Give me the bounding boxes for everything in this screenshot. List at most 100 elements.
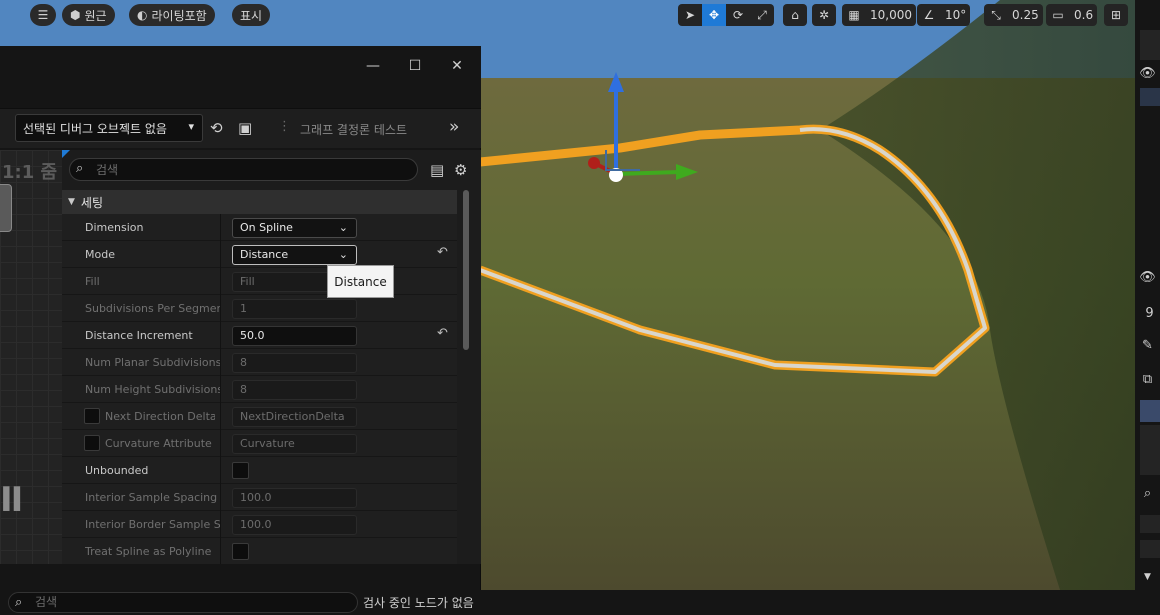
eye-icon[interactable]: 👁 — [1135, 270, 1160, 285]
coordinate-space-button[interactable]: ⌂ — [783, 4, 807, 26]
gear-icon[interactable]: ⚙ — [454, 161, 467, 179]
property-label: Num Planar Subdivisions — [85, 356, 220, 369]
browse-to-icon[interactable]: ⟲ — [210, 119, 223, 137]
angle-icon: ∠ — [923, 8, 935, 22]
focus-accent — [62, 150, 70, 158]
minimize-button[interactable]: — — [358, 56, 388, 76]
input-value: 8 — [240, 383, 247, 396]
table-view-icon[interactable]: ▤ — [430, 161, 444, 179]
layout-icon: ⊞ — [1110, 8, 1122, 22]
chevron-down-icon: ▾ — [188, 120, 194, 133]
settings-category-header[interactable]: ▼ 세팅 — [62, 190, 457, 214]
graph-node[interactable] — [0, 184, 12, 232]
angle-snap-group[interactable]: ∠ 10° — [917, 4, 971, 26]
next-direction-delta-input[interactable]: NextDirectionDelta — [232, 407, 357, 427]
scale-icon: ⤢ — [757, 7, 767, 22]
cube-icon: ⬢ — [70, 8, 81, 22]
outliner-edge: 👁 👁 9 ✎ ⧉ ⌕ ▼ — [1135, 0, 1160, 615]
dimension-dropdown[interactable]: On Spline ⌄ — [232, 218, 357, 238]
curvature-attribute-input[interactable]: Curvature — [232, 434, 357, 454]
show-button[interactable]: 표시 — [232, 4, 271, 26]
override-checkbox[interactable] — [84, 435, 100, 451]
bottom-bar: ⌕ 검색 검사 중인 노드가 없음 — [0, 590, 1135, 615]
mode-dropdown[interactable]: Distance ⌄ — [232, 245, 357, 265]
maximize-button[interactable]: ☐ — [400, 56, 430, 76]
graph-canvas[interactable]: 1:1 줌 ΙΙ — [0, 150, 62, 564]
property-label: Interior Border Sample S... — [85, 518, 220, 531]
debug-object-dropdown[interactable]: 선택된 디버그 오브젝트 없음 ▾ — [15, 114, 203, 142]
property-label: Dimension — [85, 221, 144, 234]
interior-border-sample-spacing-input[interactable]: 100.0 — [232, 515, 357, 535]
graph-test-label[interactable]: 그래프 결정론 테스트 — [300, 121, 407, 138]
override-checkbox[interactable] — [84, 408, 100, 424]
pencil-icon[interactable]: ✎ — [1135, 338, 1160, 353]
treat-spline-as-polyline-checkbox[interactable] — [232, 543, 249, 560]
camera-speed-value: 0.6 — [1074, 8, 1094, 22]
property-label: Subdivisions Per Segment — [85, 302, 220, 315]
property-row-num-height-subdivisions: Num Height Subdivisions 8 — [62, 376, 457, 403]
find-object-icon[interactable]: ▣ — [238, 119, 252, 137]
minimize-icon: — — [366, 58, 380, 74]
scale-snap-group[interactable]: ⤡ 0.25 — [984, 4, 1043, 26]
unbounded-checkbox[interactable] — [232, 462, 249, 479]
lighting-label: 라이팅포함 — [151, 8, 207, 23]
input-value: NextDirectionDelta — [240, 410, 345, 423]
hamburger-icon: ☰ — [37, 8, 49, 22]
property-row-subdivisions-per-segment: Subdivisions Per Segment 1 — [62, 295, 457, 322]
reset-to-default-icon[interactable]: ↶ — [437, 326, 448, 341]
viewport-layout-button[interactable]: ⊞ — [1104, 4, 1128, 26]
property-row-curvature-attribute: Curvature Attribute Curvature — [62, 430, 457, 457]
world-icon: ⌂ — [791, 8, 799, 22]
property-row-mode: Mode Distance ⌄ ↶ — [62, 241, 457, 268]
perspective-button[interactable]: ⬢ 원근 — [62, 4, 115, 26]
bottom-search-input[interactable]: ⌕ 검색 — [8, 592, 358, 613]
scale-mode-button[interactable]: ⤢ — [750, 4, 774, 26]
rotate-mode-button[interactable]: ⟳ — [726, 4, 750, 26]
num-height-subdivisions-input[interactable]: 8 — [232, 380, 357, 400]
grid-snap-group[interactable]: ▦ 10,000 — [842, 4, 916, 26]
surface-snap-button[interactable]: ✲ — [812, 4, 836, 26]
reset-to-default-icon[interactable]: ↶ — [437, 245, 448, 260]
copy-icon[interactable]: ⧉ — [1135, 372, 1160, 387]
details-scrollbar[interactable] — [463, 190, 469, 350]
details-search-input[interactable]: ⌕ 검색 — [69, 158, 418, 181]
eye-icon[interactable]: 👁 — [1135, 66, 1160, 81]
property-row-fill: Fill Fill — [62, 268, 457, 295]
property-label: Num Height Subdivisions — [85, 383, 220, 396]
translate-mode-button[interactable]: ✥ — [702, 4, 726, 26]
zoom-label: 1:1 줌 — [2, 162, 58, 183]
move-icon: ✥ — [708, 8, 720, 22]
more-options-icon[interactable]: » — [449, 117, 459, 137]
property-label: Next Direction Delta... — [105, 410, 215, 423]
editor-root: ☰ ⬢ 원근 ◐ 라이팅포함 표시 ➤ ✥ ⟳ ⤢ ⌂ ✲ ▦ 10,000 ∠… — [0, 0, 1160, 615]
pcg-editor-window: — ☐ ✕ 선택된 디버그 오브젝트 없음 ▾ ⟲ ▣ ⋮ 그래프 결정론 테스… — [0, 46, 481, 590]
triangle-down-icon[interactable]: ▼ — [1135, 572, 1160, 582]
property-label: Fill — [85, 275, 100, 288]
rotate-icon: ⟳ — [732, 8, 744, 22]
mode-tooltip: Distance — [327, 265, 394, 298]
perspective-label: 원근 — [84, 8, 107, 23]
distance-increment-input[interactable]: 50.0 — [232, 326, 357, 346]
lighting-button[interactable]: ◐ 라이팅포함 — [129, 4, 215, 26]
input-value: 1 — [240, 302, 247, 315]
close-button[interactable]: ✕ — [442, 56, 472, 76]
num-planar-subdivisions-input[interactable]: 8 — [232, 353, 357, 373]
subdivisions-per-segment-input[interactable]: 1 — [232, 299, 357, 319]
truncated-value: 9 — [1145, 306, 1154, 321]
input-value: 8 — [240, 356, 247, 369]
graph-node-fragment: ΙΙ — [0, 480, 23, 520]
search-icon[interactable]: ⌕ — [1135, 486, 1160, 501]
interior-sample-spacing-input[interactable]: 100.0 — [232, 488, 357, 508]
property-row-dimension: Dimension On Spline ⌄ — [62, 214, 457, 241]
input-value: 100.0 — [240, 491, 272, 504]
viewport-menu-button[interactable]: ☰ — [30, 4, 56, 26]
camera-speed-group[interactable]: ▭ 0.6 — [1046, 4, 1098, 26]
input-value: Curvature — [240, 437, 295, 450]
chevron-down-icon: ⌄ — [338, 248, 348, 261]
camera-icon: ▭ — [1052, 8, 1064, 22]
window-titlebar[interactable]: — ☐ ✕ — [0, 46, 481, 108]
select-mode-button[interactable]: ➤ — [678, 4, 702, 26]
cursor-icon: ➤ — [684, 8, 696, 22]
property-row-unbounded: Unbounded — [62, 457, 457, 484]
property-label: Interior Sample Spacing — [85, 491, 218, 504]
